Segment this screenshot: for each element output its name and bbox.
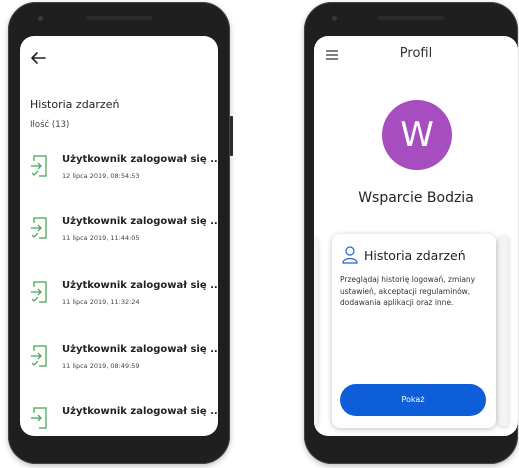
event-label: Użytkownik zalogował się ... xyxy=(62,344,218,355)
login-check-icon xyxy=(31,345,47,367)
event-date: 11 lipca 2019, 08:49:59 xyxy=(62,362,140,370)
profile-screen: Profil W Wsparcie Bodzia Historia zdarze… xyxy=(314,36,518,436)
front-camera xyxy=(38,16,43,21)
event-label: Użytkownik zalogował się ... xyxy=(62,280,218,291)
right-phone-frame: Profil W Wsparcie Bodzia Historia zdarze… xyxy=(304,2,518,464)
avatar: W xyxy=(382,100,452,170)
login-check-icon xyxy=(31,407,47,429)
event-label: Użytkownik zalogował się ... xyxy=(62,154,218,165)
show-button[interactable]: Pokaż xyxy=(340,384,486,416)
event-list-item[interactable]: Użytkownik zalogował się ... 12 lipca 20… xyxy=(30,154,218,188)
card-description: Przeglądaj historię logowań, zmiany usta… xyxy=(340,275,476,307)
event-list-item[interactable]: Użytkownik zalogował się ... 11 lipca 20… xyxy=(30,344,218,378)
prev-card-peek[interactable] xyxy=(314,236,318,426)
login-check-icon xyxy=(31,281,47,303)
event-list-item[interactable]: Użytkownik zalogował się ... 11 lipca 20… xyxy=(30,280,218,314)
event-list-item[interactable]: Użytkownik zalogował się ... 11 lipca 20… xyxy=(30,216,218,250)
event-label: Użytkownik zalogował się ... xyxy=(62,216,218,227)
login-check-icon xyxy=(31,155,47,177)
event-label: Użytkownik zalogował się ... xyxy=(62,406,218,417)
event-list-item[interactable]: Użytkownik zalogował się ... xyxy=(30,406,218,436)
left-phone-frame: Historia zdarzeń Ilość (13) Użytkownik z… xyxy=(8,2,233,464)
speaker-grille xyxy=(378,16,444,20)
next-card-peek[interactable] xyxy=(498,236,508,426)
login-check-icon xyxy=(31,217,47,239)
speaker-grille xyxy=(86,16,152,20)
history-card: Historia zdarzeń Przeglądaj historię log… xyxy=(332,234,496,428)
history-screen: Historia zdarzeń Ilość (13) Użytkownik z… xyxy=(20,36,218,436)
back-arrow-icon[interactable] xyxy=(30,51,46,65)
event-count: Ilość (13) xyxy=(30,120,70,130)
event-date: 11 lipca 2019, 11:44:05 xyxy=(62,234,140,242)
page-title: Historia zdarzeń xyxy=(30,98,120,111)
event-date: 12 lipca 2019, 08:54:53 xyxy=(62,172,140,180)
person-icon xyxy=(342,246,358,264)
side-button xyxy=(230,116,233,156)
page-title: Profil xyxy=(399,46,433,61)
front-camera xyxy=(332,16,337,21)
user-name: Wsparcie Bodzia xyxy=(358,190,474,206)
card-title: Historia zdarzeń xyxy=(364,248,466,263)
event-date: 11 lipca 2019, 11:32:24 xyxy=(62,298,140,306)
